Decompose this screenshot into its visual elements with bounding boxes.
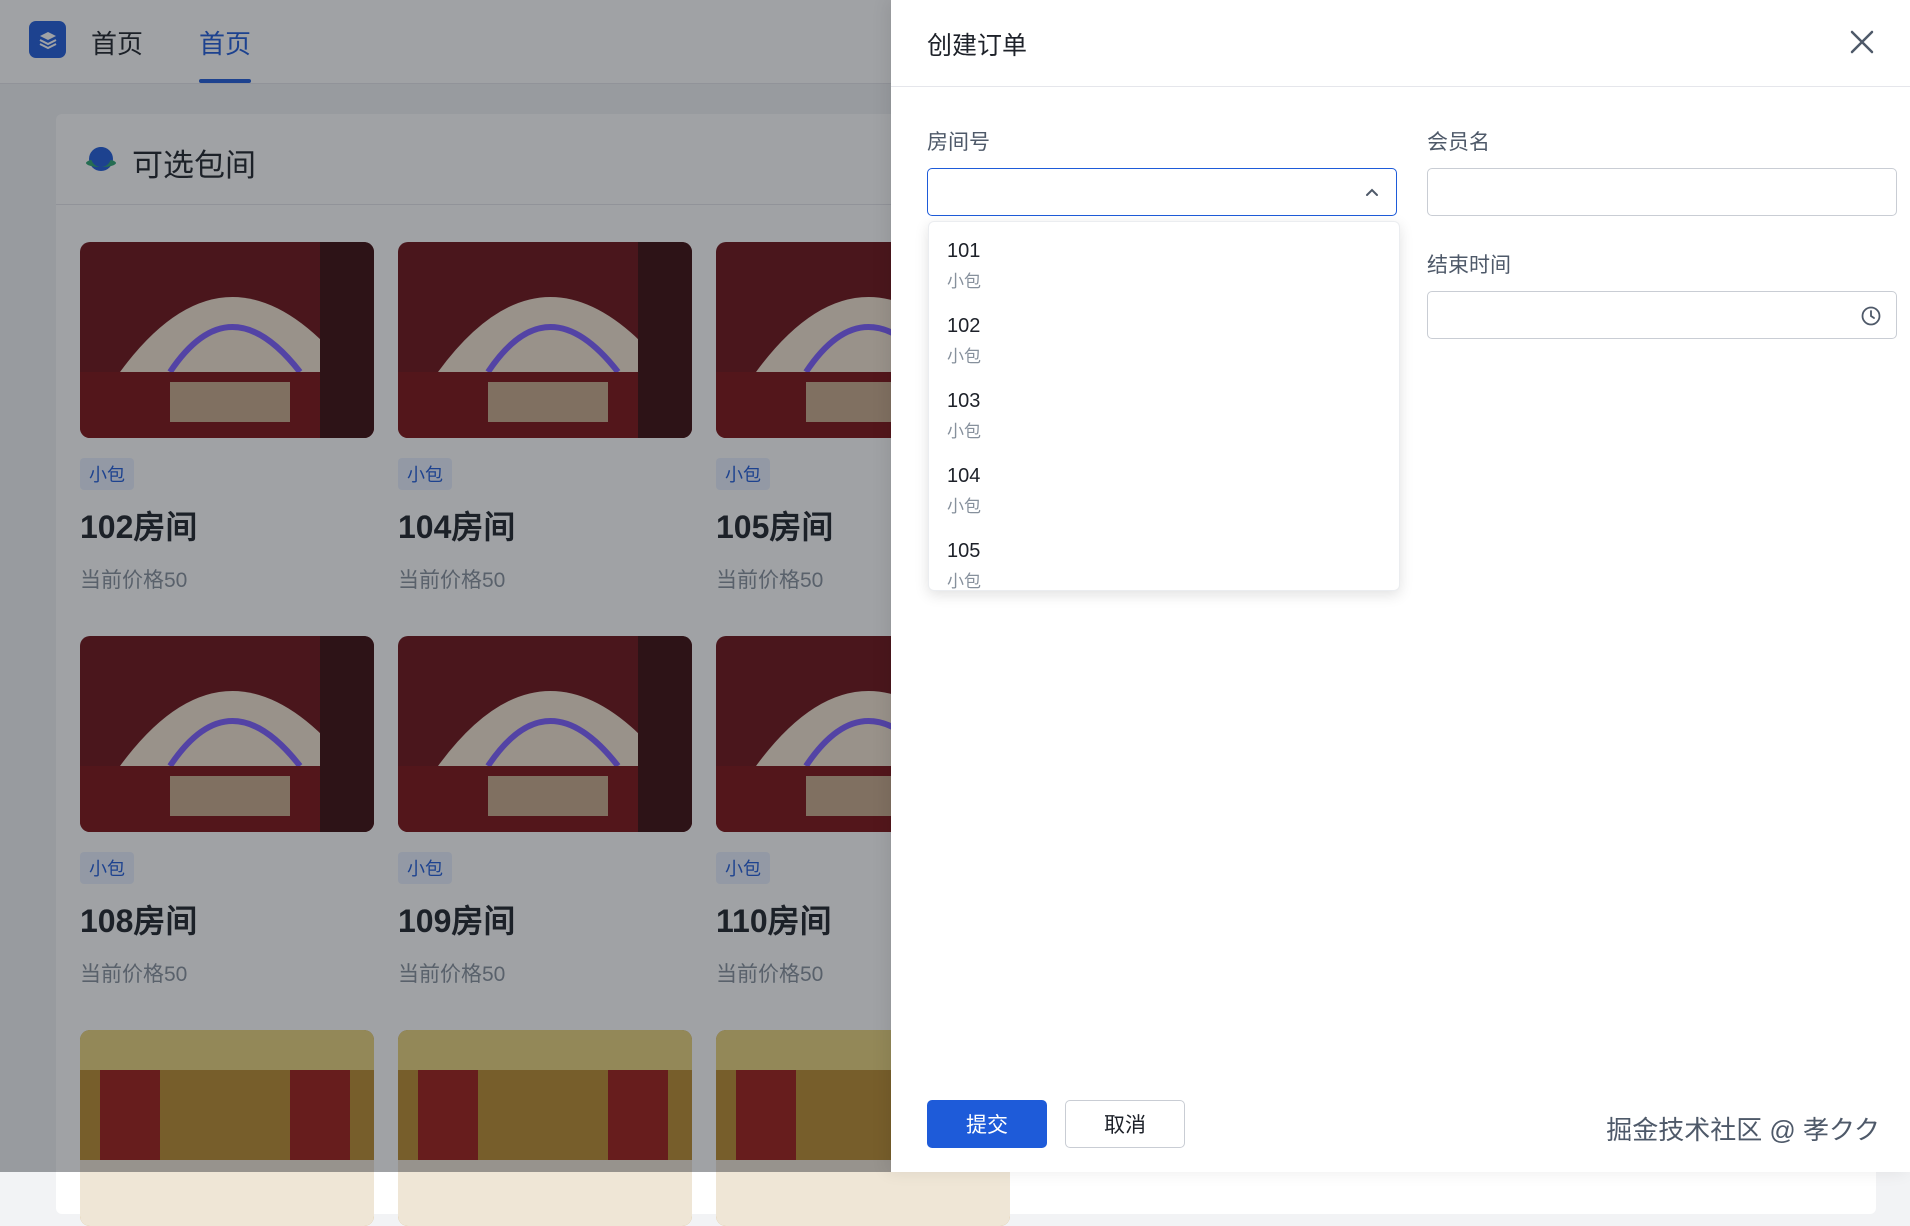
dropdown-option[interactable]: 103 小包 [947,390,981,442]
member-name-label: 会员名 [1427,131,1490,154]
dropdown-option[interactable]: 105 小包 [947,540,981,591]
end-time-label: 结束时间 [1427,254,1511,277]
drawer-title: 创建订单 [927,32,1028,60]
option-type: 小包 [947,497,981,516]
option-type: 小包 [947,422,981,441]
submit-button[interactable]: 提交 [927,1100,1047,1148]
dropdown-option[interactable]: 101 小包 [947,240,981,292]
dropdown-option[interactable]: 102 小包 [947,315,981,367]
end-time-picker[interactable] [1427,291,1897,339]
room-number-label: 房间号 [927,131,990,154]
option-number: 105 [947,540,981,562]
room-number-select[interactable] [927,168,1397,216]
option-number: 102 [947,315,981,337]
watermark: 掘金技术社区 @ 孝クク [1606,1115,1880,1145]
close-icon[interactable] [1846,26,1878,58]
option-type: 小包 [947,347,981,366]
option-number: 103 [947,390,981,412]
clock-icon [1861,306,1881,326]
drawer-header: 创建订单 [891,0,1910,87]
room-number-dropdown: 101 小包 102 小包 103 小包 104 小包 105 小包 [928,221,1400,591]
option-number: 104 [947,465,981,487]
cancel-button[interactable]: 取消 [1065,1100,1185,1148]
chevron-up-icon [1366,188,1378,196]
option-number: 101 [947,240,981,262]
option-type: 小包 [947,572,981,591]
dropdown-option[interactable]: 104 小包 [947,465,981,517]
member-name-input[interactable] [1427,168,1897,216]
option-type: 小包 [947,272,981,291]
